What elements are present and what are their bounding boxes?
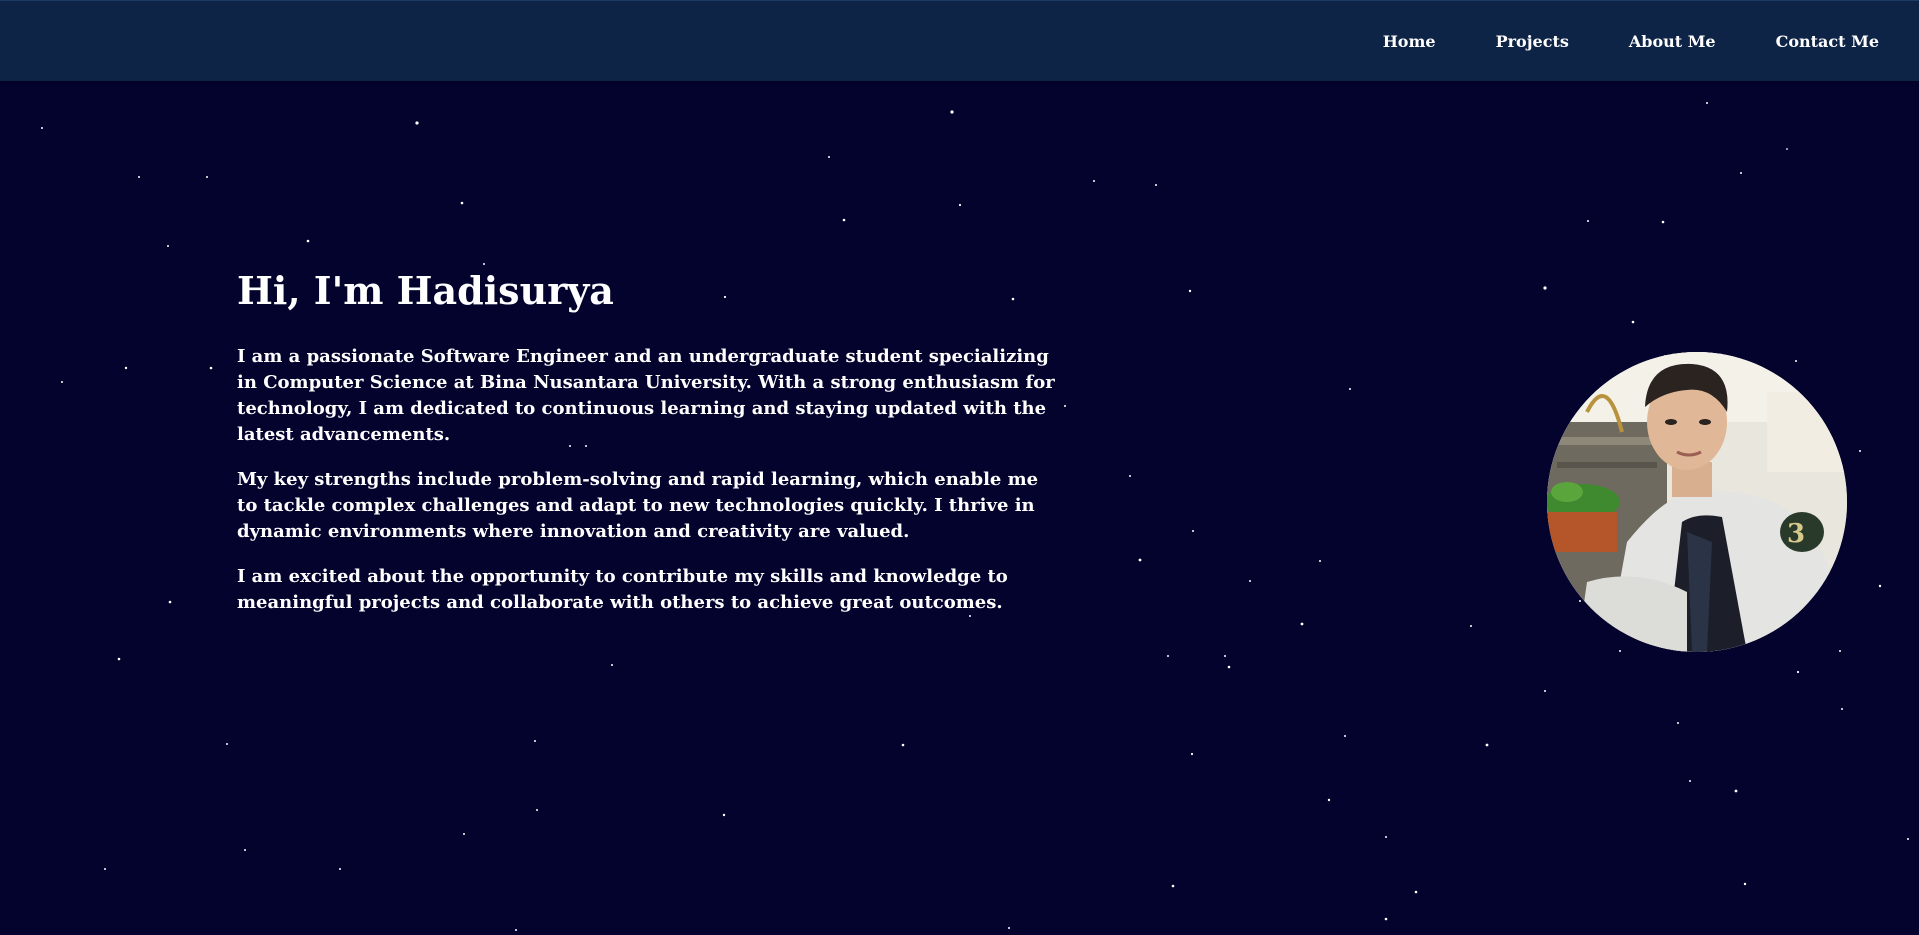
profile-photo-illustration: 3 (1547, 352, 1847, 652)
intro-paragraph-2: My key strengths include problem-solving… (237, 468, 1039, 542)
top-navbar: Home Projects About Me Contact Me (0, 0, 1919, 81)
nav-about-link[interactable]: About Me (1629, 32, 1716, 51)
hero-heading: Hi, I'm Hadisurya (237, 268, 614, 313)
nav-projects-link[interactable]: Projects (1496, 32, 1569, 51)
intro-paragraph-3: I am excited about the opportunity to co… (237, 565, 1008, 613)
nav-home-link[interactable]: Home (1383, 32, 1436, 51)
nav-links: Home Projects About Me Contact Me (1383, 1, 1879, 82)
svg-text:3: 3 (1787, 519, 1805, 549)
nav-contact-link[interactable]: Contact Me (1776, 32, 1879, 51)
intro-paragraph-1: I am a passionate Software Engineer and … (237, 345, 1055, 445)
profile-photo: 3 (1547, 352, 1847, 652)
intro-section: Hi, I'm Hadisurya I am a passionate Soft… (237, 268, 1057, 635)
